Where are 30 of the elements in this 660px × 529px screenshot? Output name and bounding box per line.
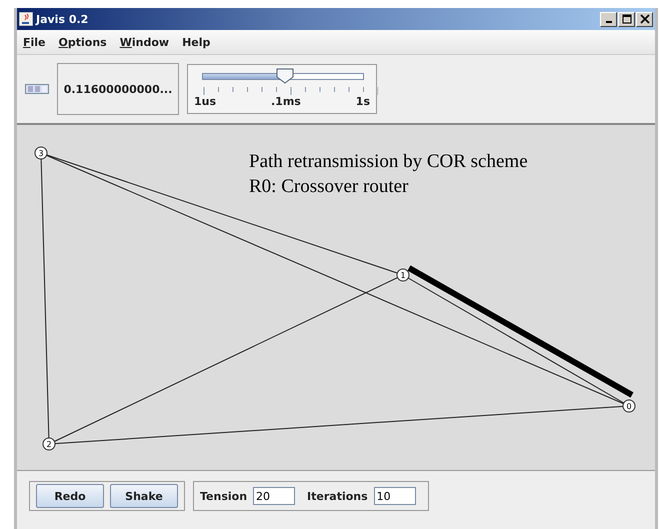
close-icon [640, 14, 650, 24]
tick-label: .1ms [271, 95, 301, 108]
slider-thumb[interactable] [276, 68, 294, 84]
maximize-button[interactable] [618, 12, 635, 26]
network-node[interactable]: 2 [42, 438, 56, 450]
tick-label: 1s [356, 95, 370, 108]
menu-item[interactable]: File [23, 36, 46, 48]
tick-label: 1us [194, 95, 216, 108]
caption-line: Path retransmission by COR scheme [249, 150, 528, 174]
menu-item[interactable]: Window [120, 36, 170, 48]
caption-line: R0: Crossover router [249, 175, 410, 199]
cup-icon [19, 12, 33, 26]
close-button[interactable] [636, 12, 653, 26]
input-field[interactable]: 20 [253, 487, 296, 505]
minimize-button[interactable] [600, 12, 617, 26]
action-button[interactable]: Redo [36, 484, 104, 508]
maximize-icon [622, 14, 632, 24]
network-node[interactable]: 1 [396, 268, 410, 282]
network-node[interactable]: 0 [622, 400, 636, 412]
window-title: Javis 0.2 [36, 12, 88, 26]
network-node[interactable]: 3 [34, 146, 48, 160]
field-label: Iterations [307, 490, 368, 502]
speed-slider[interactable]: 1us .1ms 1s [187, 64, 377, 114]
layout-icon[interactable] [25, 84, 49, 94]
time-display: 0.11600000000... [57, 63, 179, 115]
menu-item[interactable]: Options [58, 36, 107, 48]
field-label: Tension [200, 490, 248, 502]
menu-item[interactable]: Help [182, 36, 210, 48]
input-field[interactable]: 10 [374, 487, 416, 505]
action-button[interactable]: Shake [110, 484, 178, 508]
